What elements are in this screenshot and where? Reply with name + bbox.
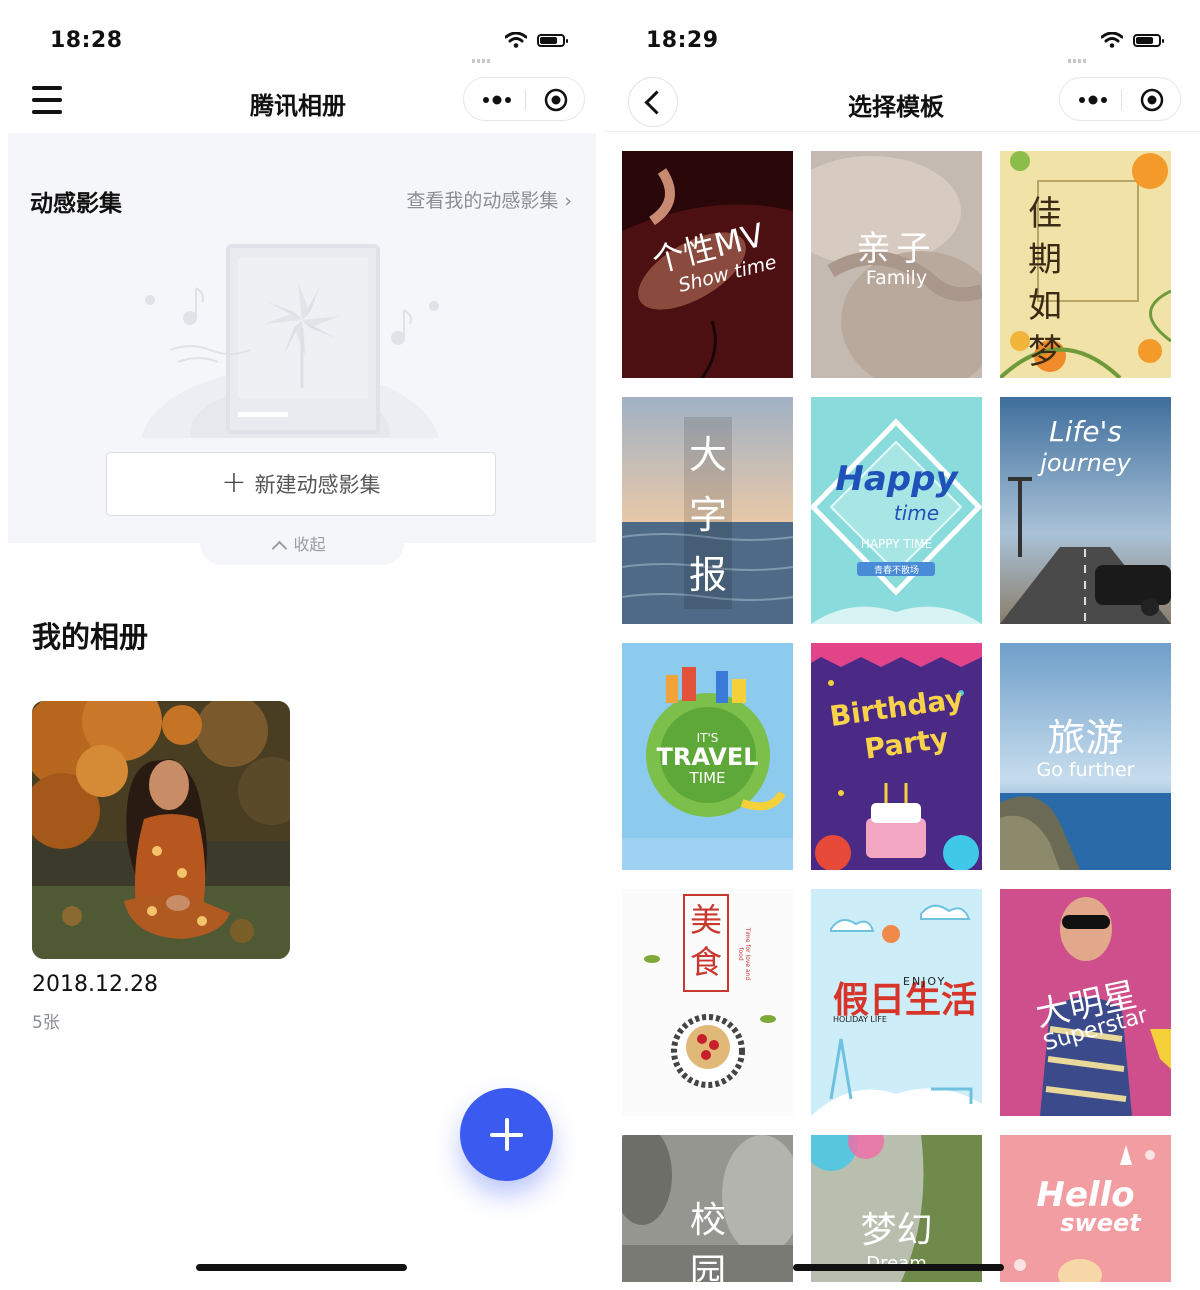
signal-icon [1068,44,1092,63]
template-card[interactable]: 旅游 Go further [1000,643,1171,870]
mini-program-capsule [463,77,585,121]
template-subtitle: time [893,501,940,525]
template-subtitle: sweet [1060,1209,1141,1237]
signal-icon [472,44,496,63]
template-subtitle: Go further [1036,759,1135,781]
page-title: 选择模板 [848,93,944,121]
template-title: 亲子 [856,229,937,269]
empty-state-illustration [141,244,439,438]
record-target-icon[interactable] [544,88,568,112]
record-target-icon[interactable] [1140,88,1164,112]
template-card[interactable]: 美食 Time for love and food [622,889,793,1116]
template-card[interactable]: 假日生活 ENJOY HOLIDAY LIFE [811,889,982,1116]
album-date: 2018.12.28 [32,972,158,997]
left-phone-screen: 18:28 腾讯相册 动感影集 查看我的动感影集 › + 新建动感影集 收起 我… [0,0,600,1290]
status-time: 18:28 [50,28,123,53]
template-caption: HAPPY TIME [860,537,933,551]
battery-icon [1133,34,1164,47]
menu-icon[interactable] [32,86,62,114]
collapse-label: 收起 [293,535,326,554]
template-title: 佳期如梦 [1028,194,1062,372]
template-title: 美食 [689,901,722,981]
home-indicator [793,1264,1004,1271]
template-card[interactable]: 大明星 Superstar [1000,889,1171,1116]
template-title: Life's [1049,415,1122,448]
template-title: Happy [835,459,958,499]
template-subtitle: Time for love and food [737,927,751,981]
template-card[interactable]: 个性MV Show time [622,151,793,378]
capsule-divider [525,90,526,110]
template-card[interactable]: 佳期如梦 [1000,151,1171,378]
battery-icon [537,34,568,47]
template-title: TRAVEL [656,743,759,771]
wifi-icon [505,32,527,48]
home-indicator [196,1264,407,1271]
template-card[interactable]: 梦幻 Dream [811,1135,982,1282]
mini-program-capsule [1059,77,1181,121]
wifi-icon [1101,32,1123,48]
status-time: 18:29 [646,28,719,53]
new-dynamic-album-label: 新建动感影集 [254,473,381,497]
template-card[interactable]: Birthday Party [811,643,982,870]
template-card[interactable]: Life's journey [1000,397,1171,624]
more-dots-icon[interactable] [1078,92,1108,108]
page-title: 腾讯相册 [250,92,346,120]
album-cover-photo [32,701,290,959]
template-card[interactable]: 亲子 Family [811,151,982,378]
template-card[interactable]: 校园 [622,1135,793,1282]
view-my-dynamic-albums-link[interactable]: 查看我的动感影集 › [406,186,572,213]
collapse-toggle[interactable]: 收起 [0,531,600,557]
template-subtitle: HOLIDAY LIFE [833,1015,887,1024]
dynamic-album-title: 动感影集 [30,191,122,217]
chevron-up-icon [272,540,288,557]
template-caption: ENJOY [903,975,947,988]
back-chevron-icon[interactable] [628,77,678,127]
more-dots-icon[interactable] [482,92,512,108]
plus-icon: + [221,464,247,500]
template-badge: 青春不散场 [873,566,919,576]
my-albums-title: 我的相册 [32,620,149,654]
add-album-button[interactable] [460,1088,553,1181]
template-subtitle: journey [1040,449,1131,477]
template-subtitle: Family [865,267,928,289]
template-subtitle: TIME [689,769,726,787]
capsule-divider [1121,90,1122,110]
status-bar: 18:28 [0,28,600,63]
template-card[interactable]: 大字报 [622,397,793,624]
album-cover[interactable] [32,701,290,959]
template-card[interactable]: Hello sweet [1000,1135,1171,1282]
template-title: 大字报 [688,433,727,597]
new-dynamic-album-button[interactable]: + 新建动感影集 [106,452,496,516]
template-card[interactable]: IT'S TRAVEL TIME [622,643,793,870]
right-phone-screen: 18:29 选择模板 个性MV Show time 亲子 Family 佳期如梦… [604,0,1200,1290]
template-title: 校园 [689,1200,726,1282]
template-title: 旅游 [1047,716,1124,760]
template-card[interactable]: Happy time HAPPY TIME 青春不散场 [811,397,982,624]
album-photo-count: 5张 [32,1013,60,1033]
template-title: 梦幻 [860,1210,933,1251]
status-bar: 18:29 [604,28,1200,63]
header-divider [604,131,1200,132]
